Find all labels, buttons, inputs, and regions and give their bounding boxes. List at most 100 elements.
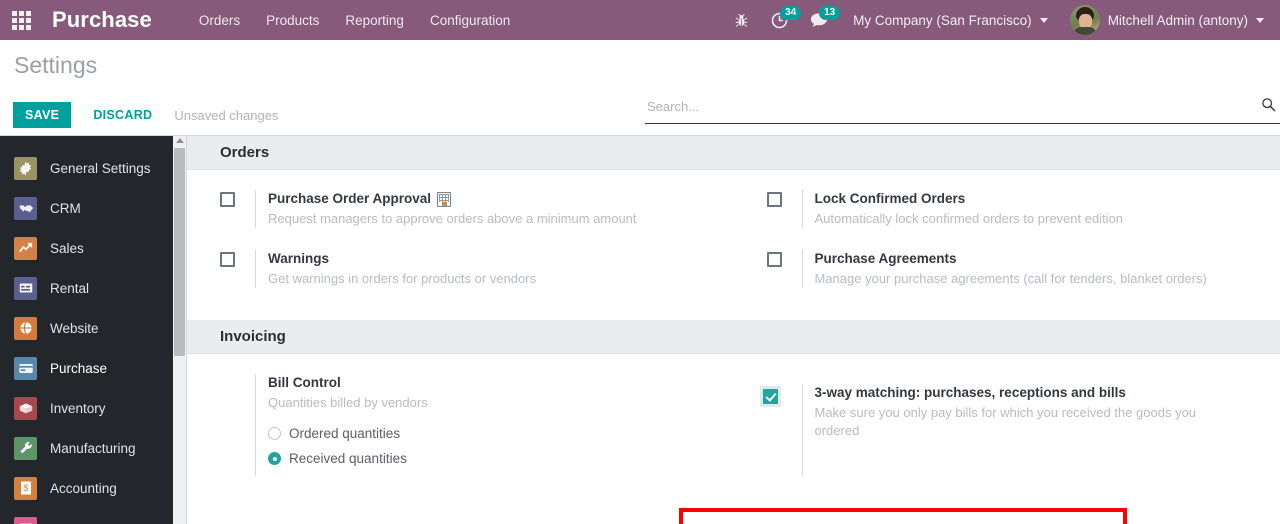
setting-label: Warnings — [268, 251, 330, 266]
setting-lock-confirmed-orders: Lock Confirmed Orders Automatically lock… — [734, 190, 1280, 228]
section-header-invoicing: Invoicing — [187, 320, 1280, 354]
sidebar-item-label: Purchase — [50, 360, 108, 376]
sidebar-item-label: General Settings — [50, 160, 151, 176]
building-icon — [437, 191, 452, 207]
setting-description: Quantities billed by vendors — [268, 395, 428, 410]
scrollbar-thumb[interactable] — [174, 148, 185, 356]
bill-control-radio-group: Ordered quantities Received quantities — [268, 426, 734, 466]
scroll-up-arrow-icon[interactable] — [176, 138, 184, 143]
section-body-invoicing: Bill Control Quantities billed by vendor… — [187, 354, 1280, 508]
setting-purchase-order-approval: Purchase Order Approval Request managers… — [187, 190, 734, 228]
sidebar-item-sales[interactable]: Sales — [0, 228, 173, 268]
setting-text: Purchase Agreements Manage your purchase… — [801, 250, 1280, 288]
discard-button[interactable]: DISCARD — [79, 102, 166, 128]
checkbox-column — [766, 190, 802, 228]
gear-icon — [14, 156, 37, 180]
sidebar-item-label: Inventory — [50, 400, 106, 416]
sidebar-item-crm[interactable]: CRM — [0, 188, 173, 228]
setting-label: Purchase Order Approval — [268, 191, 432, 206]
section-header-orders: Orders — [187, 136, 1280, 170]
sidebar-item-website[interactable]: Website — [0, 308, 173, 348]
box-icon — [14, 396, 37, 420]
setting-description: Get warnings in orders for products or v… — [268, 271, 537, 286]
checkbox-focus-halo — [759, 386, 781, 407]
checkbox-column — [220, 190, 255, 228]
sidebar-item-label: Sales — [50, 240, 84, 256]
menu-item-orders[interactable]: Orders — [186, 2, 253, 39]
menu-item-reporting[interactable]: Reporting — [332, 2, 417, 39]
sidebar-item-manufacturing[interactable]: Manufacturing — [0, 428, 173, 468]
user-menu[interactable]: Mitchell Admin (antony) — [1054, 5, 1272, 35]
handshake-icon — [14, 196, 37, 220]
sidebar-item-inventory[interactable]: Inventory — [0, 388, 173, 428]
setting-description: Automatically lock confirmed orders to p… — [814, 211, 1124, 226]
app-brand-title[interactable]: Purchase — [52, 7, 152, 33]
messaging-counter-badge: 13 — [819, 6, 841, 20]
radio-ordered-quantities[interactable]: Ordered quantities — [268, 426, 734, 441]
setting-description: Request managers to approve orders above… — [268, 211, 637, 226]
sidebar-item-rental[interactable]: Rental — [0, 268, 173, 308]
radio-button[interactable] — [268, 452, 281, 465]
navbar-systray: 34 13 My Company (San Francisco) Mitchel… — [723, 0, 1280, 40]
three-way-matching-checkbox[interactable] — [762, 389, 778, 404]
menu-item-products[interactable]: Products — [253, 2, 332, 39]
checkbox-column — [220, 250, 255, 288]
unsaved-changes-status: Unsaved changes — [174, 107, 279, 123]
checkbox-column — [766, 250, 802, 288]
radio-received-quantities[interactable]: Received quantities — [268, 451, 734, 466]
settings-scrollbar[interactable] — [173, 136, 187, 524]
lock-confirmed-orders-checkbox[interactable] — [766, 192, 782, 207]
setting-description: Make sure you only pay bills for which y… — [814, 405, 1197, 438]
purchase-agreements-checkbox[interactable] — [766, 252, 782, 267]
setting-text: Purchase Order Approval Request managers… — [255, 190, 734, 228]
radio-label: Received quantities — [289, 451, 407, 466]
sidebar-item-label: Rental — [50, 280, 90, 296]
checkbox-column — [756, 384, 802, 476]
sidebar-item-label: CRM — [50, 200, 81, 216]
search-input[interactable] — [645, 98, 1261, 117]
page-title: Settings — [14, 52, 98, 78]
search-view[interactable] — [645, 92, 1280, 124]
bug-icon[interactable] — [723, 0, 760, 40]
settings-sidebar: General Settings CRM Sales Rental Websit… — [0, 136, 173, 524]
setting-three-way-matching: 3-way matching: purchases, receptions an… — [734, 374, 1280, 476]
setting-text: Lock Confirmed Orders Automatically lock… — [801, 190, 1280, 228]
activity-menu-button[interactable]: 34 — [760, 0, 802, 40]
setting-label: Bill Control — [268, 375, 341, 390]
settings-row: Purchase Order Approval Request managers… — [187, 190, 1280, 250]
settings-content: Orders Purchase Order Approval Request m… — [187, 136, 1280, 524]
purchase-order-approval-checkbox[interactable] — [220, 192, 235, 207]
setting-title-wrap: Purchase Order Approval — [268, 190, 734, 208]
sidebar-item-accounting[interactable]: $ Accounting — [0, 468, 173, 508]
warnings-checkbox[interactable] — [220, 252, 235, 267]
radio-button[interactable] — [268, 427, 281, 440]
company-switcher[interactable]: My Company (San Francisco) — [839, 13, 1054, 28]
top-navbar: Purchase Orders Products Reporting Confi… — [0, 0, 1280, 40]
sidebar-item-label: Website — [50, 320, 99, 336]
globe-icon — [14, 316, 37, 340]
checkbox-column — [220, 374, 255, 476]
sidebar-item-general-settings[interactable]: General Settings — [0, 148, 173, 188]
setting-warnings: Warnings Get warnings in orders for prod… — [187, 250, 734, 288]
setting-label: Purchase Agreements — [814, 251, 957, 266]
save-button[interactable]: SAVE — [13, 102, 72, 128]
search-icon[interactable] — [1261, 97, 1280, 119]
sidebar-item-partial[interactable] — [0, 508, 173, 524]
setting-title-wrap: Purchase Agreements — [815, 250, 1280, 268]
sidebar-item-purchase[interactable]: Purchase — [0, 348, 173, 388]
wrench-icon — [14, 436, 37, 460]
settings-row: Bill Control Quantities billed by vendor… — [187, 374, 1280, 498]
messaging-menu-button[interactable]: 13 — [799, 0, 841, 40]
company-name-label: My Company (San Francisco) — [853, 12, 1032, 28]
control-panel: Settings SAVE DISCARD Unsaved changes — [0, 40, 1280, 136]
menu-item-configuration[interactable]: Configuration — [417, 2, 523, 39]
chevron-down-icon — [1039, 17, 1048, 23]
setting-text: Warnings Get warnings in orders for prod… — [255, 250, 734, 288]
sidebar-item-label: Accounting — [50, 480, 117, 496]
setting-text: 3-way matching: purchases, receptions an… — [801, 384, 1202, 476]
invoice-icon: $ — [14, 476, 37, 500]
svg-text:$: $ — [23, 483, 28, 493]
apps-grid-icon[interactable] — [0, 0, 34, 40]
credit-card-icon — [14, 356, 37, 380]
setting-title-wrap: Lock Confirmed Orders — [815, 190, 1280, 208]
